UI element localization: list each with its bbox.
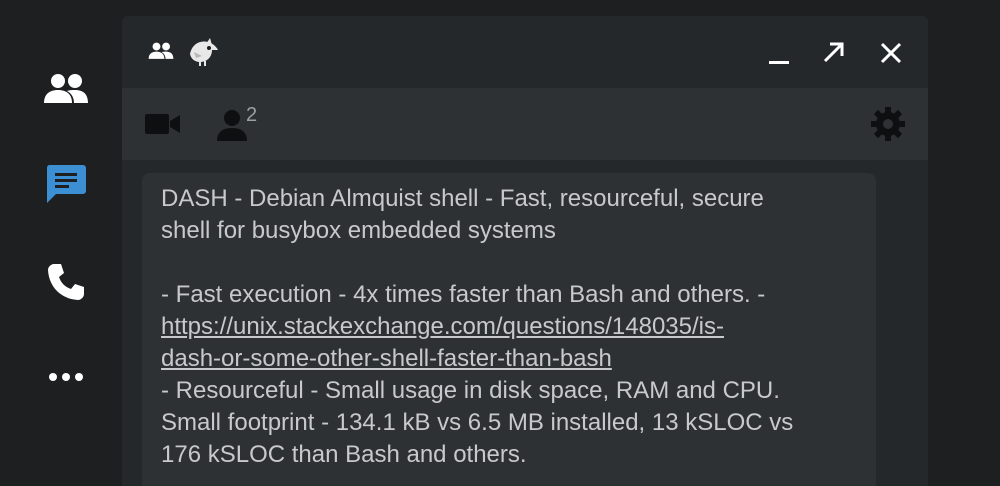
phone-icon[interactable] [42,258,90,306]
window-titlebar [122,16,928,88]
participants-count: 2 [246,104,258,126]
message-line: DASH - Debian Almquist shell - Fast, res… [161,185,764,212]
message-line: - Fast execution - 4x times faster than … [161,281,766,308]
people-icon [148,40,174,62]
gear-icon[interactable] [870,106,906,142]
close-icon[interactable] [876,38,906,68]
window-toolbar: 2 [122,88,928,160]
message-line: Small footprint - 134.1 kB vs 6.5 MB ins… [161,409,794,436]
message-text: DASH - Debian Almquist shell - Fast, res… [161,183,861,471]
message-line: - Resourceful - Small usage in disk spac… [161,377,780,404]
message-bubble: DASH - Debian Almquist shell - Fast, res… [142,173,876,486]
video-camera-icon[interactable] [144,110,182,138]
more-icon[interactable] [42,353,90,401]
popout-icon[interactable] [818,38,848,68]
bird-avatar-icon [186,36,220,66]
chat-icon[interactable] [42,160,90,208]
message-line: 176 kSLOC than Bash and others. [161,441,527,468]
people-icon[interactable] [42,65,90,113]
minimize-icon[interactable] [764,40,794,70]
message-link[interactable]: https://unix.stackexchange.com/questions… [161,313,724,340]
participants-icon[interactable] [216,108,248,142]
chat-window: 2 DASH - Debian Almquist shell - Fast, r… [122,16,928,486]
message-link[interactable]: dash-or-some-other-shell-faster-than-bas… [161,345,612,372]
message-line: shell for busybox embedded systems [161,217,556,244]
chat-content: DASH - Debian Almquist shell - Fast, res… [122,160,928,486]
left-sidebar [0,0,122,481]
